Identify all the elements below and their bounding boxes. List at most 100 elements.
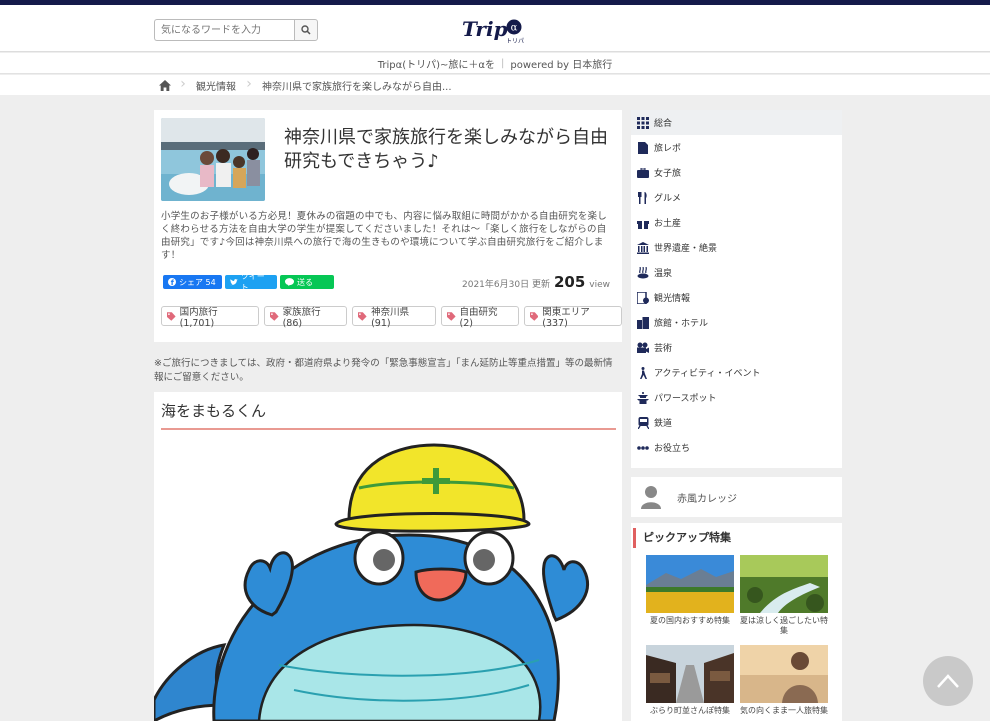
tag-icon bbox=[167, 311, 176, 321]
tag-list: 国内旅行 (1,701) 家族旅行 (86) 神奈川県 (91) 自由研究 (2… bbox=[161, 306, 623, 329]
article-lead: 小学生のお子様がいる方必見！夏休みの宿題の中でも、内容に悩み取組に時間がかかる自… bbox=[161, 211, 607, 261]
search-box bbox=[154, 19, 318, 41]
line-icon bbox=[285, 278, 294, 286]
tagline-divider: | bbox=[501, 57, 505, 69]
pickup-caption: 夏の国内おすすめ特集 bbox=[650, 616, 730, 625]
article-thumbnail bbox=[161, 118, 265, 201]
fork-knife-icon bbox=[636, 191, 650, 205]
nav-item-girls-trip[interactable]: 女子旅 bbox=[631, 160, 842, 185]
tag-icon bbox=[446, 311, 456, 321]
category-nav: 総合 旅レポ 女子旅 グルメ お土産 世界遺産・絶景 温泉 観光情報 旅館・ホテ… bbox=[631, 110, 842, 468]
pickup-item-townscape-walk[interactable]: ぶらり町並さんぽ特集 bbox=[646, 645, 734, 716]
search-button[interactable] bbox=[294, 19, 318, 41]
nav-item-general[interactable]: 総合 bbox=[631, 110, 842, 135]
tag-free-research[interactable]: 自由研究 (2) bbox=[440, 306, 519, 329]
tag-icon bbox=[358, 311, 368, 321]
tag-label: 家族旅行 (86) bbox=[282, 306, 321, 329]
pickup-item-cool-summer[interactable]: 夏は涼しく過ごしたい特集 bbox=[740, 555, 828, 635]
article-section: 海をまもるくん bbox=[152, 392, 622, 721]
pickup-caption: ぶらり町並さんぽ特集 bbox=[650, 706, 730, 715]
dots-icon bbox=[636, 441, 650, 455]
author-name: 赤風カレッジ bbox=[677, 494, 737, 505]
train-icon bbox=[636, 416, 650, 430]
tag-label: 神奈川県 (91) bbox=[371, 306, 410, 329]
nav-label: 芸術 bbox=[654, 344, 673, 354]
nav-item-power-spot[interactable]: パワースポット bbox=[631, 385, 842, 410]
pickup-image bbox=[646, 645, 734, 703]
logo-subtext: トリパ bbox=[506, 38, 525, 45]
nav-label: お土産 bbox=[654, 219, 682, 229]
breadcrumb-item-category[interactable]: 観光情報 bbox=[190, 78, 242, 93]
tagline: Tripα(トリパ)~旅に＋αを bbox=[377, 59, 496, 71]
share-buttons: f シェア 54 ツイート 送る bbox=[163, 272, 334, 292]
breadcrumb: › 観光情報 › 神奈川県で家族旅行を楽しみながら自由... bbox=[0, 75, 990, 95]
tagline-bar: Tripα(トリパ)~旅に＋αを | powered by 日本旅行 bbox=[0, 53, 990, 74]
info-doc-icon bbox=[636, 291, 650, 305]
nav-label: 温泉 bbox=[654, 269, 673, 279]
home-icon[interactable] bbox=[154, 79, 176, 91]
nav-label: 女子旅 bbox=[654, 169, 682, 179]
breadcrumb-separator: › bbox=[246, 76, 252, 92]
site-header: Trip α トリパ bbox=[0, 5, 990, 52]
view-unit: view bbox=[589, 280, 610, 290]
nav-label: 旅レポ bbox=[654, 144, 682, 154]
pickup-caption: 夏は涼しく過ごしたい特集 bbox=[740, 616, 828, 635]
author-box[interactable]: 赤風カレッジ bbox=[631, 477, 842, 517]
nav-item-travel-report[interactable]: 旅レポ bbox=[631, 135, 842, 160]
nav-item-gourmet[interactable]: グルメ bbox=[631, 185, 842, 210]
nav-label: お役立ち bbox=[654, 444, 691, 454]
tag-icon bbox=[269, 311, 279, 321]
site-logo[interactable]: Trip α トリパ bbox=[462, 15, 530, 47]
breadcrumb-item-current: 神奈川県で家族旅行を楽しみながら自由... bbox=[262, 81, 452, 93]
tag-label: 国内旅行 (1,701) bbox=[179, 306, 218, 329]
alpha-badge-icon: α bbox=[506, 19, 522, 35]
grid-icon bbox=[636, 116, 650, 130]
pickup-heading: ピックアップ特集 bbox=[633, 528, 835, 548]
pickup-item-summer-domestic[interactable]: 夏の国内おすすめ特集 bbox=[646, 555, 734, 626]
facebook-icon: f bbox=[168, 278, 176, 286]
nav-item-railway[interactable]: 鉄道 bbox=[631, 410, 842, 435]
article-meta: 2021年6月30日 更新 205 view bbox=[462, 273, 610, 291]
hot-spring-icon bbox=[636, 266, 650, 280]
nav-label: 世界遺産・絶景 bbox=[654, 244, 718, 254]
nav-label: 総合 bbox=[654, 119, 673, 129]
nav-item-art[interactable]: 芸術 bbox=[631, 335, 842, 360]
article-title: 神奈川県で家族旅行を楽しみながら自由研究もできちゃう♪ bbox=[284, 127, 608, 172]
facebook-share-button[interactable]: f シェア 54 bbox=[163, 275, 222, 289]
tag-kanto-area[interactable]: 関東エリア (337) bbox=[523, 306, 623, 329]
chevron-up-icon bbox=[937, 674, 959, 688]
hiker-icon bbox=[636, 366, 650, 380]
tag-kanagawa[interactable]: 神奈川県 (91) bbox=[352, 306, 436, 329]
back-to-top-button[interactable] bbox=[923, 656, 973, 706]
nav-item-useful-info[interactable]: お役立ち bbox=[631, 435, 842, 460]
twitter-share-button[interactable]: ツイート bbox=[225, 272, 277, 292]
pickup-item-solo-trip[interactable]: 気の向くまま一人旅特集 bbox=[740, 645, 828, 716]
pickup-image bbox=[646, 555, 734, 613]
nav-item-sightseeing[interactable]: 観光情報 bbox=[631, 285, 842, 310]
twitter-bird-icon bbox=[230, 278, 238, 285]
nav-item-souvenir[interactable]: お土産 bbox=[631, 210, 842, 235]
nav-label: 鉄道 bbox=[654, 419, 673, 429]
nav-item-world-heritage[interactable]: 世界遺産・絶景 bbox=[631, 235, 842, 260]
tag-label: 関東エリア (337) bbox=[542, 306, 590, 329]
tag-domestic-travel[interactable]: 国内旅行 (1,701) bbox=[161, 306, 259, 329]
svg-text:α: α bbox=[511, 23, 518, 34]
tag-family-travel[interactable]: 家族旅行 (86) bbox=[263, 306, 348, 329]
nav-item-hotel[interactable]: 旅館・ホテル bbox=[631, 310, 842, 335]
pickup-image bbox=[740, 555, 828, 613]
nav-item-hot-spring[interactable]: 温泉 bbox=[631, 260, 842, 285]
film-icon bbox=[636, 341, 650, 355]
nav-item-activity-event[interactable]: アクティビティ・イベント bbox=[631, 360, 842, 385]
travel-notice: ※ご旅行につきましては、政府・都道府県より発令の「緊急事態宣言」「まん延防止等重… bbox=[154, 358, 613, 383]
article-header: 神奈川県で家族旅行を楽しみながら自由研究もできちゃう♪ 小学生のお子様がいる方必… bbox=[154, 110, 623, 342]
line-share-button[interactable]: 送る bbox=[280, 275, 334, 289]
pickup-image bbox=[740, 645, 828, 703]
tag-label: 自由研究 (2) bbox=[459, 306, 498, 329]
search-icon bbox=[301, 25, 311, 35]
search-input[interactable] bbox=[154, 19, 294, 41]
nav-label: アクティビティ・イベント bbox=[654, 369, 761, 379]
building-icon bbox=[636, 316, 650, 330]
twitter-share-label: ツイート bbox=[240, 272, 265, 292]
pagoda-icon bbox=[636, 391, 650, 405]
powered-by: powered by 日本旅行 bbox=[510, 59, 613, 71]
